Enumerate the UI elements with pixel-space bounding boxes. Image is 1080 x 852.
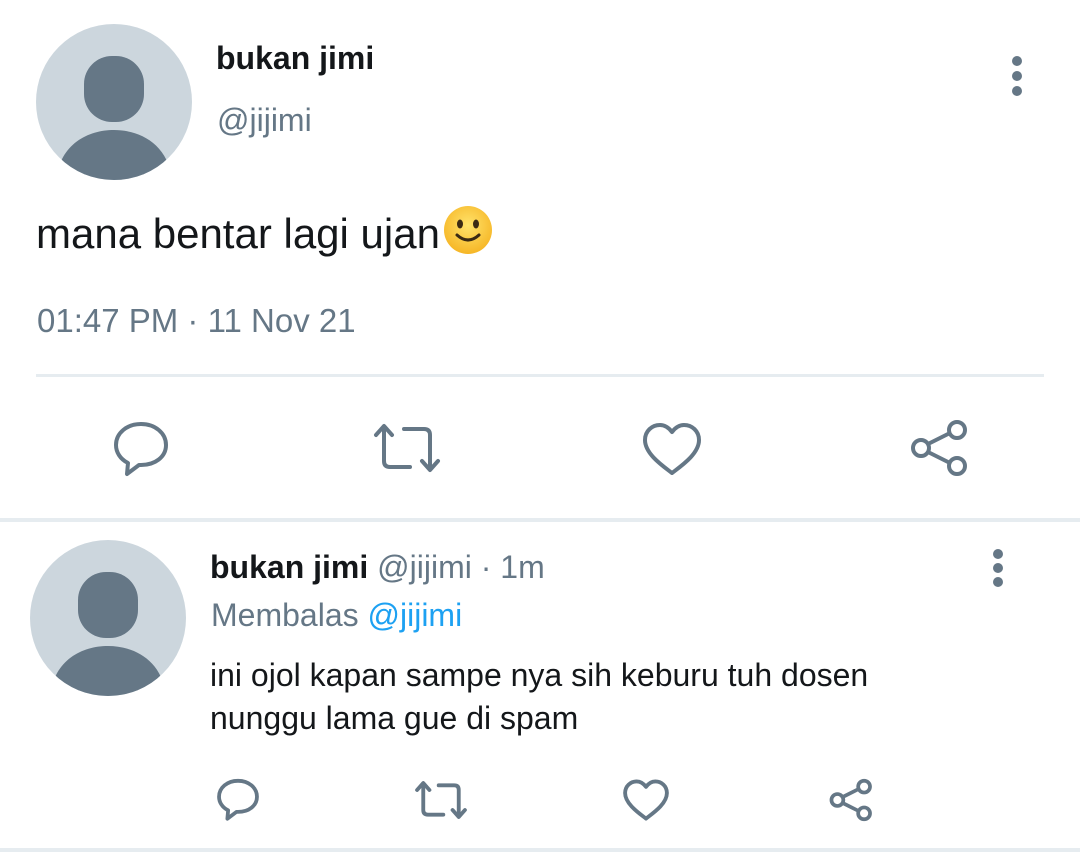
reply-header: bukan jimi @jijimi · 1m — [210, 546, 545, 588]
replying-label: Membalas — [211, 597, 359, 633]
reply-text: ini ojol kapan sampe nya sih keburu tuh … — [210, 654, 1010, 740]
retweet-icon — [415, 781, 467, 819]
reply-button[interactable] — [110, 418, 172, 478]
more-options-icon[interactable] — [982, 546, 1014, 590]
reply-icon — [217, 778, 259, 821]
default-avatar-icon — [50, 572, 166, 696]
author-name[interactable]: bukan jimi — [210, 549, 368, 585]
default-avatar-icon — [56, 56, 172, 180]
author-handle[interactable]: @jijimi — [217, 100, 312, 140]
share-button[interactable] — [826, 776, 874, 824]
reply-text-line: ini ojol kapan sampe nya sih keburu tuh … — [210, 657, 869, 693]
author-name[interactable]: bukan jimi — [216, 38, 374, 78]
tweet-timestamp: 01:47 PM · 11 Nov 21 — [37, 300, 356, 342]
avatar[interactable] — [30, 540, 186, 696]
like-icon — [643, 423, 701, 475]
like-icon — [623, 779, 669, 821]
reply-button[interactable] — [214, 776, 262, 822]
reply-icon — [114, 422, 168, 476]
retweet-button[interactable] — [414, 778, 468, 822]
slightly-smiling-face-icon — [442, 204, 494, 256]
reply-text-line: nunggu lama gue di spam — [210, 700, 579, 736]
retweet-icon — [374, 424, 440, 472]
tweet-time: 01:47 PM — [37, 302, 179, 339]
tweet-text-content: mana bentar lagi ujan — [36, 210, 440, 257]
retweet-button[interactable] — [372, 420, 442, 476]
meta-separator: · — [187, 302, 199, 339]
divider — [0, 518, 1080, 522]
like-button[interactable] — [640, 420, 704, 478]
more-options-icon[interactable] — [1000, 54, 1034, 98]
tweet-text: mana bentar lagi ujan — [36, 204, 494, 261]
meta-separator: · — [480, 549, 492, 585]
tweet-date: 11 Nov 21 — [207, 302, 356, 339]
share-icon — [911, 420, 967, 476]
author-handle[interactable]: @jijimi — [377, 549, 472, 585]
divider — [36, 374, 1044, 377]
replying-to: Membalas @jijimi — [211, 594, 462, 636]
avatar[interactable] — [36, 24, 192, 180]
replying-to-handle[interactable]: @jijimi — [368, 597, 463, 633]
reply-time: 1m — [500, 549, 545, 585]
share-button[interactable] — [906, 418, 970, 478]
like-button[interactable] — [622, 778, 670, 822]
divider — [0, 848, 1080, 852]
share-icon — [829, 778, 872, 822]
